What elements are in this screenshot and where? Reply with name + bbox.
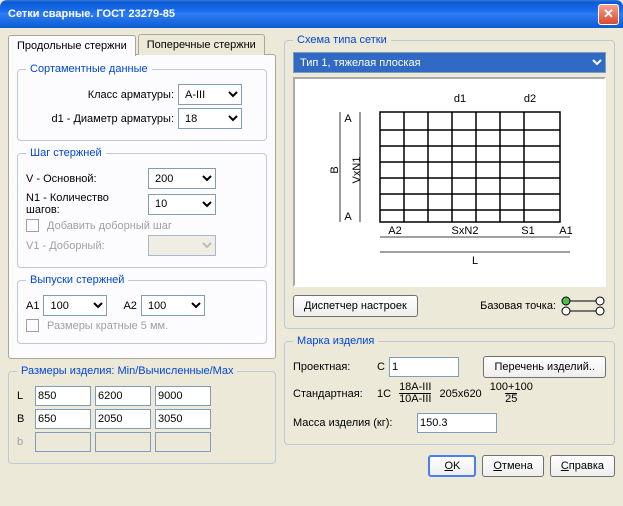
input-b-max <box>155 432 211 452</box>
svg-text:SxN2: SxN2 <box>451 225 478 237</box>
input-mass <box>417 413 497 433</box>
input-b-min <box>35 432 91 452</box>
group-step: Шаг стержней V - Основной: 200 N1 - Коли… <box>17 147 267 268</box>
select-d1[interactable]: 18 <box>178 108 242 129</box>
titlebar: Сетки сварные. ГОСТ 23279-85 ✕ <box>0 0 623 28</box>
select-v[interactable]: 200 <box>148 168 216 189</box>
tab-transverse[interactable]: Поперечные стержни <box>138 34 265 55</box>
label-a1: A1 <box>26 300 39 312</box>
value-standard-prefix: 1С <box>377 388 391 400</box>
cancel-button[interactable]: Отмена <box>482 455 543 477</box>
group-sizes: Размеры изделия: Min/Вычисленные/Max L B… <box>8 365 276 464</box>
label-v: V - Основной: <box>26 173 144 185</box>
close-icon[interactable]: ✕ <box>598 4 619 25</box>
select-schema-type[interactable]: Тип 1, тяжелая плоская <box>293 52 606 73</box>
svg-text:d2: d2 <box>523 93 535 105</box>
basepoint-selector[interactable] <box>560 295 606 317</box>
svg-text:L: L <box>471 255 477 267</box>
label-b-small: b <box>17 436 31 448</box>
legend-sizes: Размеры изделия: Min/Вычисленные/Max <box>17 365 237 377</box>
svg-text:B: B <box>329 166 341 173</box>
select-a2[interactable]: 100 <box>141 295 205 316</box>
dialog-buttons: OK Отмена Справка <box>284 455 615 477</box>
label-rebar-class: Класс арматуры: <box>26 89 174 101</box>
mesh-diagram-icon: d1 d2 A B VxN1 A A2 SxN2 S1 A1 L <box>310 82 590 282</box>
ok-button[interactable]: OK <box>428 455 476 477</box>
group-mark: Марка изделия Проектная: С Перечень изде… <box>284 335 615 445</box>
window-title: Сетки сварные. ГОСТ 23279-85 <box>8 8 175 20</box>
label-project-prefix: С <box>377 361 385 373</box>
svg-text:VxN1: VxN1 <box>351 157 363 184</box>
group-schema: Схема типа сетки Тип 1, тяжелая плоская <box>284 34 615 329</box>
checkbox-add-step <box>26 219 39 232</box>
input-B-max <box>155 409 211 429</box>
label-project-mark: Проектная: <box>293 361 373 373</box>
input-L-min <box>35 386 91 406</box>
label-a2: A2 <box>123 300 136 312</box>
label-n1: N1 - Количество шагов: <box>26 192 144 216</box>
value-standard-frac1: 18A-III10A-III <box>399 382 431 405</box>
label-standard-mark: Стандартная: <box>293 388 373 400</box>
legend-mark: Марка изделия <box>293 335 378 347</box>
value-standard-mid: 205x620 <box>439 388 481 400</box>
select-rebar-class[interactable]: A-III <box>178 84 242 105</box>
svg-text:A2: A2 <box>388 225 401 237</box>
tab-longitudinal[interactable]: Продольные стержни <box>8 35 136 56</box>
schema-diagram: d1 d2 A B VxN1 A A2 SxN2 S1 A1 L <box>293 77 606 287</box>
value-standard-frac2: 100+10025 <box>490 382 533 405</box>
group-assortment: Сортаментные данные Класс арматуры: A-II… <box>17 63 267 141</box>
svg-text:A: A <box>344 211 352 223</box>
svg-text:d1: d1 <box>453 93 465 105</box>
label-round5: Размеры кратные 5 мм. <box>47 320 168 332</box>
label-basepoint: Базовая точка: <box>480 300 556 312</box>
input-L-max <box>155 386 211 406</box>
help-button[interactable]: Справка <box>550 455 615 477</box>
product-list-button[interactable]: Перечень изделий.. <box>483 356 606 378</box>
label-d1: d1 - Диаметр арматуры: <box>26 113 174 125</box>
group-release: Выпуски стержней A1 100 A2 100 Размеры к… <box>17 274 267 344</box>
input-b-calc <box>95 432 151 452</box>
svg-text:A1: A1 <box>559 225 572 237</box>
settings-dispatcher-button[interactable]: Диспетчер настроек <box>293 295 418 317</box>
select-v1 <box>148 235 216 256</box>
tab-panel: Сортаментные данные Класс арматуры: A-II… <box>8 54 276 359</box>
label-mass: Масса изделия (кг): <box>293 417 413 429</box>
select-a1[interactable]: 100 <box>43 295 107 316</box>
input-B-min <box>35 409 91 429</box>
label-v1: V1 - Доборный: <box>26 240 144 252</box>
legend-assortment: Сортаментные данные <box>26 63 152 75</box>
svg-text:S1: S1 <box>521 225 534 237</box>
label-L: L <box>17 390 31 402</box>
input-L-calc <box>95 386 151 406</box>
legend-step: Шаг стержней <box>26 147 106 159</box>
input-B-calc <box>95 409 151 429</box>
legend-release: Выпуски стержней <box>26 274 128 286</box>
svg-text:A: A <box>344 113 352 125</box>
select-n1[interactable]: 10 <box>148 194 216 215</box>
checkbox-round5 <box>26 319 39 332</box>
tabstrip: Продольные стержни Поперечные стержни <box>8 34 276 55</box>
label-add-step: Добавить доборный шаг <box>47 220 172 232</box>
label-B: B <box>17 413 31 425</box>
legend-schema: Схема типа сетки <box>293 34 391 46</box>
input-project-mark[interactable] <box>389 357 459 377</box>
